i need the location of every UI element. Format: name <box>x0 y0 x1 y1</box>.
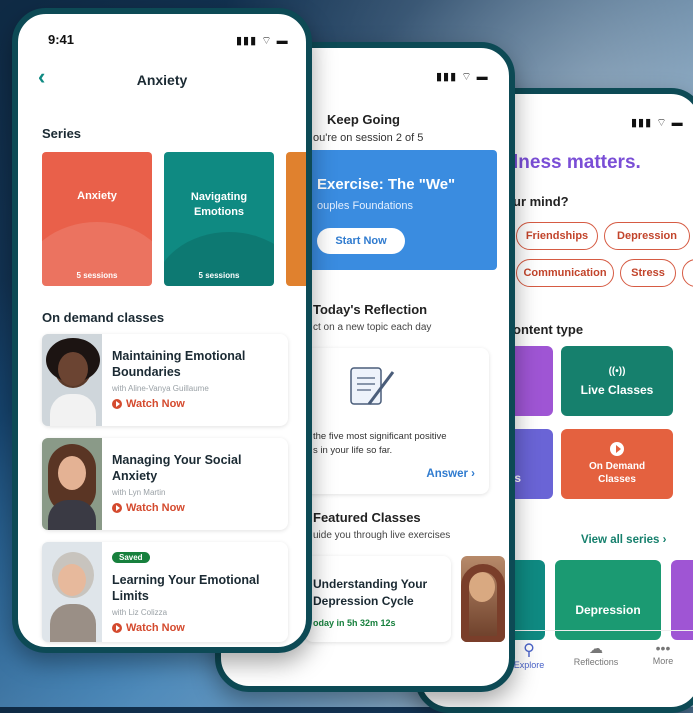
chevron-right-icon: › <box>471 468 475 480</box>
watch-now-label: Watch Now <box>126 622 185 634</box>
session-progress: ou're on session 2 of 5 <box>313 132 424 144</box>
series-sessions: 5 sessions <box>76 271 118 280</box>
play-icon <box>610 442 624 456</box>
reflection-prompt: the five most significant positive s in … <box>313 431 447 456</box>
page-title: Anxiety <box>136 72 188 88</box>
signal-battery-icon: ▮▮▮ ⌔ ▬ <box>631 117 684 129</box>
live-classes-label: Live Classes <box>580 382 654 397</box>
content-type-heading: ontent type <box>513 322 584 337</box>
tile-on-demand[interactable]: On Demand Classes <box>561 429 673 499</box>
broadcast-icon: ((•)) <box>608 365 626 377</box>
saved-badge: Saved <box>112 552 150 563</box>
pill-friendships[interactable]: Friendships <box>516 222 598 250</box>
reflection-subtitle: ct on a new topic each day <box>313 322 432 333</box>
signal-battery-icon: ▮▮▮ ⌔ ▬ <box>436 71 489 83</box>
instructor-photo <box>42 542 102 642</box>
tile-live-classes[interactable]: ((•)) Live Classes <box>561 346 673 416</box>
class-card[interactable]: Managing Your Social Anxiety with Lyn Ma… <box>42 438 288 530</box>
more-dots-icon: ••• <box>655 640 671 656</box>
pill-stress[interactable]: Stress <box>620 259 676 287</box>
series-name: Anxiety <box>77 190 117 202</box>
start-now-button[interactable]: Start Now <box>317 228 405 254</box>
watch-now-link[interactable]: Watch Now <box>112 502 185 514</box>
mind-question: ur mind? <box>513 194 569 209</box>
class-title: Managing Your Social Anxiety <box>112 453 242 483</box>
banner-subtitle: ouples Foundations <box>317 200 414 212</box>
phone-anxiety: 9:41 ▮▮▮ ⌔ ▬ ‹ Anxiety Series Anxiety 5 … <box>12 8 312 653</box>
answer-label: Answer <box>426 468 468 480</box>
featured-heading: Featured Classes <box>313 510 421 525</box>
instructor-photo <box>461 556 505 642</box>
class-instructor: with Liz Colizza <box>112 608 168 617</box>
series-card-anxiety[interactable]: Anxiety 5 sessions <box>42 152 152 286</box>
view-all-label: View all series <box>581 534 660 546</box>
reflection-card[interactable]: the five most significant positive s in … <box>305 348 489 494</box>
instructor-photo <box>42 334 102 426</box>
nav-reflections[interactable]: ☁ Reflections <box>566 640 626 667</box>
nav-more-label: More <box>652 656 674 666</box>
cloud-icon: ☁ <box>589 640 603 656</box>
banner-title: Exercise: The "We" <box>317 176 456 193</box>
nav-reflections-label: Reflections <box>573 657 619 667</box>
watch-now-link[interactable]: Watch Now <box>112 398 185 410</box>
watch-now-label: Watch Now <box>126 502 185 514</box>
signal-battery-icon: ▮▮▮ ⌔ ▬ <box>236 35 289 47</box>
headline: lness matters. <box>513 152 641 173</box>
class-card[interactable]: Maintaining Emotional Boundaries with Al… <box>42 334 288 426</box>
chevron-right-icon: › <box>662 534 667 546</box>
featured-title: Understanding Your Depression Cycle <box>313 577 428 608</box>
depression-label: Depression <box>575 603 641 617</box>
featured-subtitle: uide you through live exercises <box>313 530 451 541</box>
series-tile-partial-right[interactable] <box>671 560 693 640</box>
class-instructor: with Aline-Vanya Guillaume <box>112 384 209 393</box>
class-instructor: with Lyn Martin <box>112 488 166 497</box>
reflection-heading: Today's Reflection <box>313 302 428 317</box>
instructor-photo <box>42 438 102 530</box>
class-title: Maintaining Emotional Boundaries <box>112 349 246 379</box>
series-sessions: 5 sessions <box>198 271 240 280</box>
nav-more[interactable]: ••• More <box>633 640 693 666</box>
series-name: Navigating Emotions <box>190 191 248 218</box>
watch-now-link[interactable]: Watch Now <box>112 622 185 634</box>
featured-card[interactable]: Understanding Your Depression Cycle oday… <box>305 556 451 642</box>
play-icon <box>112 503 122 513</box>
play-icon <box>112 399 122 409</box>
watch-now-label: Watch Now <box>126 398 185 410</box>
series-heading: Series <box>42 126 82 141</box>
series-tile-depression[interactable]: Depression <box>555 560 661 640</box>
pill-partial[interactable] <box>682 259 693 287</box>
featured-countdown: oday in 5h 32m 12s <box>313 618 396 628</box>
series-card-navigating-emotions[interactable]: Navigating Emotions 5 sessions <box>164 152 274 286</box>
on-demand-label: On Demand Classes <box>588 461 646 485</box>
pill-communication[interactable]: Communication <box>516 259 614 287</box>
class-title: Learning Your Emotional Limits <box>112 573 260 603</box>
series-card-partial[interactable] <box>286 152 306 286</box>
class-card[interactable]: Saved Learning Your Emotional Limits wit… <box>42 542 288 642</box>
view-all-series-link[interactable]: View all series › <box>581 534 666 546</box>
play-icon <box>112 623 122 633</box>
session-banner[interactable]: Exercise: The "We" ouples Foundations St… <box>303 150 497 270</box>
notepad-icon <box>350 367 395 405</box>
answer-link[interactable]: Answer › <box>426 468 475 480</box>
keep-going-heading: Keep Going <box>327 112 400 127</box>
pill-depression[interactable]: Depression <box>604 222 690 250</box>
status-time: 9:41 <box>48 32 75 47</box>
classes-heading: On demand classes <box>42 310 165 325</box>
